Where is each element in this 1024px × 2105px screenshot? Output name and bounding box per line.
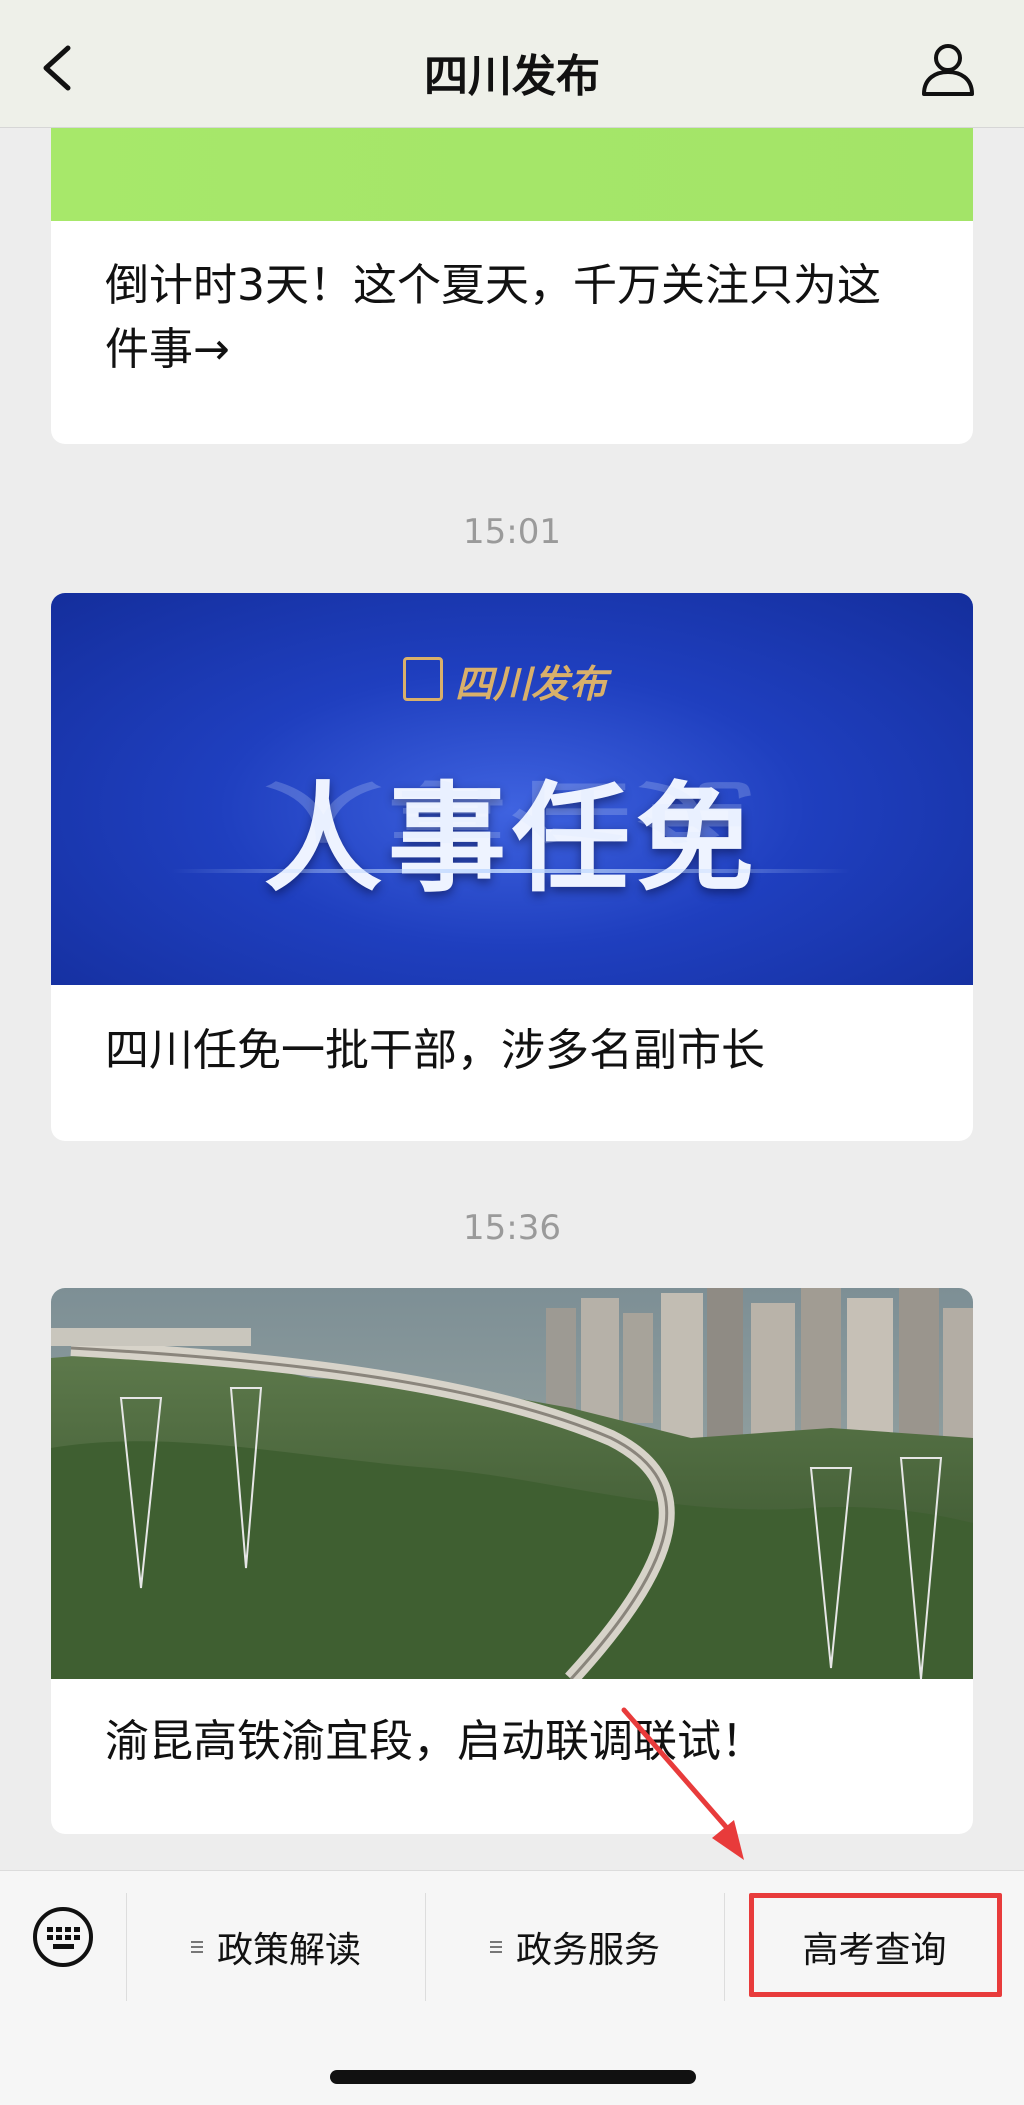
timestamp: 15:01 bbox=[463, 512, 561, 552]
menu-item-label: 政策解读 bbox=[216, 1930, 361, 1971]
article-card[interactable]: 倒计时3天！这个夏天，千万关注只为这件事→ bbox=[51, 128, 973, 444]
menu-item-label: 政务服务 bbox=[515, 1930, 660, 1971]
keyboard-icon[interactable] bbox=[31, 1905, 95, 1969]
navigation-bar: 四川发布 bbox=[0, 0, 1024, 128]
home-indicator[interactable] bbox=[330, 2070, 696, 2084]
menu-item-services[interactable]: 政务服务 bbox=[426, 1893, 724, 2001]
article-title: 倒计时3天！这个夏天，千万关注只为这件事→ bbox=[105, 260, 881, 375]
article-card[interactable]: 四川发布 人事任免 人事任免 四川任免一批干部，涉多名副市长 bbox=[51, 593, 973, 1141]
page-title: 四川发布 bbox=[424, 51, 600, 102]
submenu-icon bbox=[489, 1941, 502, 1953]
menu-item-policy[interactable]: 政策解读 bbox=[127, 1893, 425, 2001]
submenu-icon bbox=[190, 1941, 203, 1953]
article-title: 渝昆高铁渝宜段，启动联调联试！ bbox=[105, 1716, 765, 1767]
article-cover-image bbox=[51, 128, 973, 221]
highlight-box bbox=[749, 1893, 1002, 1997]
cover-logo-text: 四川发布 bbox=[455, 662, 608, 706]
timestamp: 15:36 bbox=[463, 1208, 561, 1248]
seal-logo-icon bbox=[403, 657, 443, 701]
article-cover-image bbox=[51, 1288, 973, 1679]
article-feed: 倒计时3天！这个夏天，千万关注只为这件事→ 15:01 四川发布 人事任免 人事… bbox=[0, 128, 1024, 1870]
article-cover-image: 四川发布 人事任免 人事任免 bbox=[51, 593, 973, 985]
cover-headline-reflection: 人事任免 bbox=[263, 772, 760, 849]
person-icon[interactable] bbox=[920, 42, 976, 96]
article-card[interactable]: 渝昆高铁渝宜段，启动联调联试！ bbox=[51, 1288, 973, 1834]
light-flare bbox=[171, 869, 851, 873]
article-title: 四川任免一批干部，涉多名副市长 bbox=[105, 1025, 765, 1076]
